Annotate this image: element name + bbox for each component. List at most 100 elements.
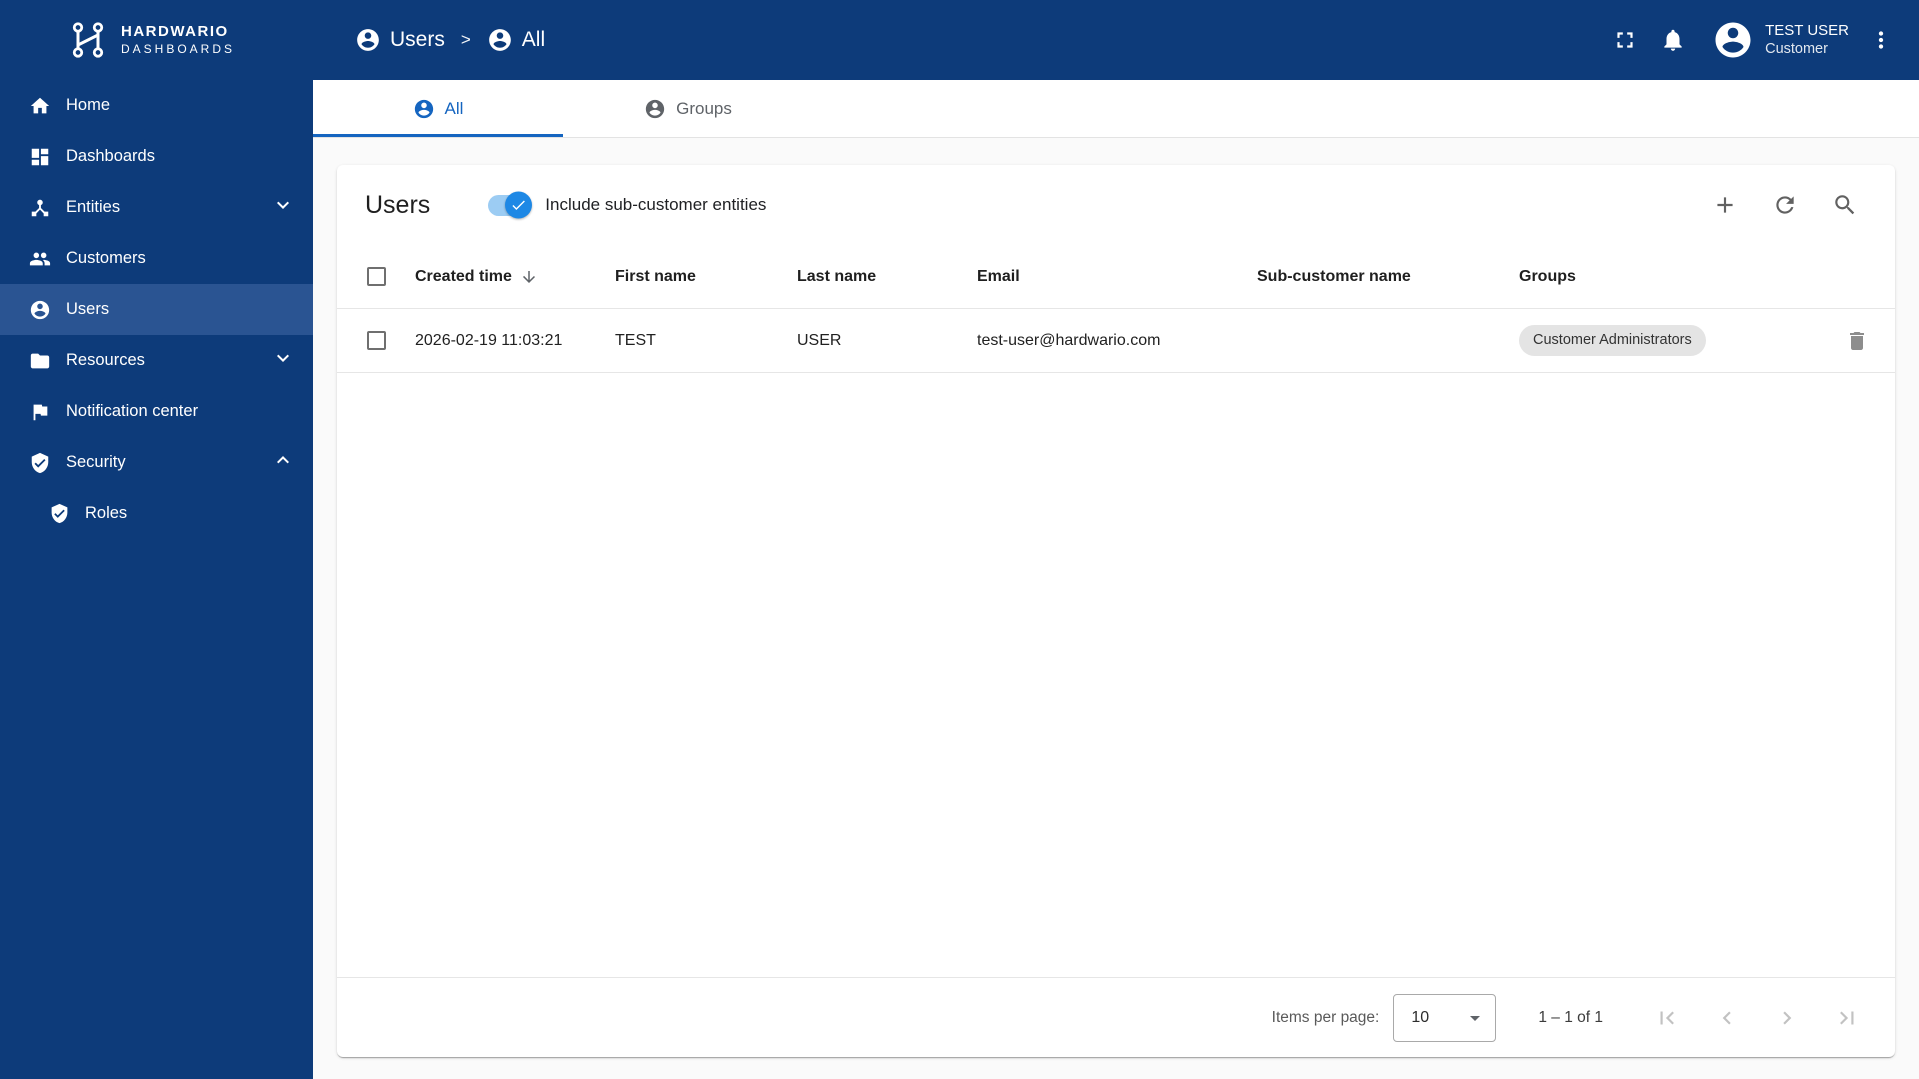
column-first-name[interactable]: First name (615, 268, 797, 286)
breadcrumb-all[interactable]: All (487, 27, 545, 53)
logo-line1: HARDWARIO (121, 23, 229, 41)
tab-all-label: All (444, 98, 464, 118)
dropdown-arrow-icon (1470, 1015, 1481, 1021)
pager-buttons (1643, 994, 1871, 1042)
dashboard-icon (31, 148, 49, 165)
page-size-select[interactable]: 10 (1393, 993, 1497, 1042)
chevron-down-icon (271, 193, 295, 222)
sidebar-item-users[interactable]: Users (0, 284, 313, 335)
breadcrumb-users-label: Users (390, 28, 445, 51)
content: Users Include sub-customer entities Crea… (313, 138, 1919, 1079)
table-empty-space (337, 373, 1895, 977)
first-page-button[interactable] (1643, 994, 1691, 1042)
tab-groups[interactable]: Groups (563, 80, 813, 137)
column-last-name[interactable]: Last name (797, 268, 977, 286)
delete-user-button[interactable] (1837, 321, 1877, 361)
toggle-switch[interactable] (488, 191, 533, 219)
sidebar-item-label: Entities (66, 198, 121, 216)
sidebar-item-customers[interactable]: Customers (0, 233, 313, 284)
account-circle-icon (488, 29, 511, 51)
main-area: All Groups Users Include sub-customer en… (313, 80, 1919, 1079)
table-header-row: Created time First name Last name Email … (337, 245, 1895, 309)
cell-last-name: USER (797, 331, 842, 349)
account-circle-icon (1715, 22, 1751, 58)
user-avatar[interactable] (1711, 18, 1755, 62)
refresh-icon (1776, 196, 1794, 214)
breadcrumb-users[interactable]: Users (355, 27, 445, 53)
toggle-label: Include sub-customer entities (545, 195, 767, 214)
tab-groups-label: Groups (676, 98, 732, 118)
last-page-button[interactable] (1823, 994, 1871, 1042)
tab-all[interactable]: All (313, 80, 563, 137)
user-name: TEST USER (1765, 21, 1849, 39)
tabbar: All Groups (313, 80, 1919, 138)
select-all-checkbox[interactable] (366, 267, 386, 286)
sidebar-item-label: Security (66, 453, 126, 471)
device-hub-icon (31, 199, 49, 216)
refresh-button[interactable] (1763, 183, 1807, 227)
chevron-down-icon (271, 346, 295, 375)
search-icon (1835, 195, 1855, 215)
logo: HARDWARIO DASHBOARDS (0, 20, 313, 60)
column-created-time[interactable]: Created time (415, 268, 512, 286)
toggle-thumb (505, 191, 533, 219)
kebab-vertical-icon (1878, 31, 1884, 49)
add-user-button[interactable] (1703, 183, 1747, 227)
account-circle-icon (645, 99, 665, 118)
range-label: 1 – 1 of 1 (1538, 1008, 1603, 1026)
sidebar-item-label: Roles (85, 504, 128, 522)
card-header: Users Include sub-customer entities (337, 165, 1895, 245)
users-card: Users Include sub-customer entities Crea… (337, 165, 1895, 1057)
sidebar: Home Dashboards Entities Customers Users… (0, 80, 313, 1079)
group-chip: Customer Administrators (1519, 324, 1706, 357)
notifications-button[interactable] (1649, 16, 1697, 64)
sidebar-item-notification-center[interactable]: Notification center (0, 386, 313, 437)
sidebar-item-security[interactable]: Security (0, 437, 313, 488)
chevron-left-icon (1722, 1011, 1731, 1024)
user-role: Customer (1765, 41, 1828, 58)
paginator: Items per page: 10 1 – 1 of 1 (337, 977, 1895, 1057)
app-root: HARDWARIO DASHBOARDS Users > All TEST US… (0, 0, 1919, 1079)
chevron-up-icon (271, 448, 295, 477)
check-icon (512, 200, 526, 210)
shield-icon (51, 503, 68, 524)
sidebar-item-dashboards[interactable]: Dashboards (0, 131, 313, 182)
hardwario-logo-icon (72, 22, 104, 58)
page-title: Users (365, 190, 431, 219)
items-per-page-label: Items per page: (1271, 1008, 1380, 1026)
user-menu-button[interactable] (1857, 16, 1905, 64)
sidebar-item-entities[interactable]: Entities (0, 182, 313, 233)
user-info: TEST USER Customer (1765, 21, 1849, 59)
fullscreen-icon (1617, 32, 1633, 48)
table-row: 2026-02-19 11:03:21 TEST USER test-user@… (337, 309, 1895, 373)
breadcrumb-separator: > (460, 30, 471, 49)
bell-icon (1664, 29, 1682, 51)
logo-line2: DASHBOARDS (121, 41, 236, 56)
search-button[interactable] (1823, 183, 1867, 227)
sidebar-item-roles[interactable]: Roles (0, 488, 313, 539)
column-email[interactable]: Email (977, 268, 1257, 286)
sort-desc-icon[interactable] (520, 268, 538, 286)
flag-icon (33, 404, 48, 420)
people-icon (29, 252, 51, 265)
sub-customer-toggle-group[interactable]: Include sub-customer entities (488, 191, 767, 219)
page-size-value: 10 (1411, 1008, 1430, 1026)
account-circle-icon (414, 99, 433, 118)
previous-page-button[interactable] (1703, 994, 1751, 1042)
last-page-icon (1840, 1011, 1854, 1024)
cell-email: test-user@hardwario.com (977, 331, 1161, 349)
column-sub-customer[interactable]: Sub-customer name (1257, 268, 1519, 286)
app-header: HARDWARIO DASHBOARDS Users > All TEST US… (0, 0, 1919, 80)
shield-icon (31, 452, 49, 473)
account-circle-icon (30, 300, 50, 319)
plus-icon (1717, 197, 1733, 213)
fullscreen-button[interactable] (1601, 16, 1649, 64)
column-groups[interactable]: Groups (1519, 268, 1819, 286)
sidebar-item-resources[interactable]: Resources (0, 335, 313, 386)
sidebar-item-home[interactable]: Home (0, 80, 313, 131)
sidebar-item-label: Customers (66, 249, 146, 267)
row-checkbox[interactable] (366, 331, 386, 350)
sidebar-item-label: Resources (66, 351, 145, 369)
sidebar-item-label: Dashboards (66, 147, 155, 165)
next-page-button[interactable] (1763, 994, 1811, 1042)
